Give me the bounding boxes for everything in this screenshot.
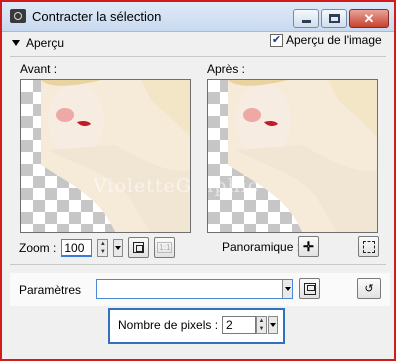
zoom-fit-button[interactable] (128, 237, 150, 258)
zoom-row: Zoom : 100 ▲ ▼ 1:1 (19, 237, 176, 258)
spin-up-icon[interactable]: ▲ (98, 240, 107, 248)
zoom-actual-size-button[interactable]: 1:1 (154, 237, 176, 258)
move-icon: ✛ (303, 238, 314, 254)
after-label: Après : (207, 62, 246, 76)
pixels-dropdown-button[interactable] (268, 316, 278, 334)
reset-icon: ↺ (364, 283, 374, 295)
settings-label: Paramètres (19, 283, 82, 297)
spin-down-icon[interactable]: ▼ (257, 325, 266, 333)
preview-toggle-button[interactable]: Aperçu (12, 34, 64, 51)
pixels-spinner[interactable]: ▲ ▼ (256, 316, 267, 334)
presets-dropdown-button[interactable] (282, 280, 292, 298)
zoom-spinner[interactable]: ▲ ▼ (97, 238, 109, 257)
divider (10, 264, 386, 265)
pixels-input[interactable]: 2 (222, 316, 256, 334)
save-preset-button[interactable] (299, 278, 320, 299)
minimize-icon (301, 20, 311, 23)
spin-up-icon[interactable]: ▲ (257, 317, 266, 325)
image-preview-label: Aperçu de l'image (286, 33, 382, 47)
before-preview[interactable]: VioletteGraphic (20, 79, 191, 233)
title-bar[interactable]: Contracter la sélection ✕ (2, 2, 394, 32)
portrait-image (228, 80, 377, 232)
pixels-label: Nombre de pixels : (118, 318, 219, 332)
zoom-fit-icon (133, 242, 145, 253)
close-button[interactable]: ✕ (349, 9, 389, 28)
after-preview[interactable]: VioletteGraphic (207, 79, 378, 233)
preview-toggle-label: Aperçu (26, 35, 65, 50)
presets-dropdown[interactable] (96, 279, 293, 299)
close-icon: ✕ (363, 10, 375, 26)
pan-label: Panoramique : (222, 240, 301, 254)
before-label: Avant : (20, 62, 58, 76)
save-icon (303, 282, 316, 295)
maximize-button[interactable] (321, 9, 347, 28)
reset-button[interactable]: ↺ (357, 278, 381, 299)
pan-button[interactable]: ✛ (298, 236, 319, 257)
image-preview-checkbox-row[interactable]: ✔ Aperçu de l'image (270, 33, 382, 47)
camera-icon (10, 9, 26, 23)
divider (10, 56, 386, 57)
selection-icon (362, 240, 375, 253)
watermark: VioletteGraphic (208, 175, 260, 197)
spin-down-icon[interactable]: ▼ (98, 248, 107, 256)
actual-size-icon: 1:1 (157, 242, 173, 253)
minimize-button[interactable] (293, 9, 319, 28)
triangle-down-icon (12, 39, 20, 46)
selection-button[interactable] (358, 236, 379, 257)
zoom-label: Zoom : (19, 240, 57, 255)
zoom-input[interactable]: 100 (61, 238, 93, 257)
zoom-dropdown-button[interactable] (113, 238, 124, 257)
watermark: VioletteGraphic (93, 175, 191, 197)
maximize-icon (328, 14, 340, 23)
image-preview-checkbox[interactable]: ✔ (270, 33, 283, 47)
window-title: Contracter la sélection (32, 9, 162, 24)
portrait-image (41, 80, 190, 232)
